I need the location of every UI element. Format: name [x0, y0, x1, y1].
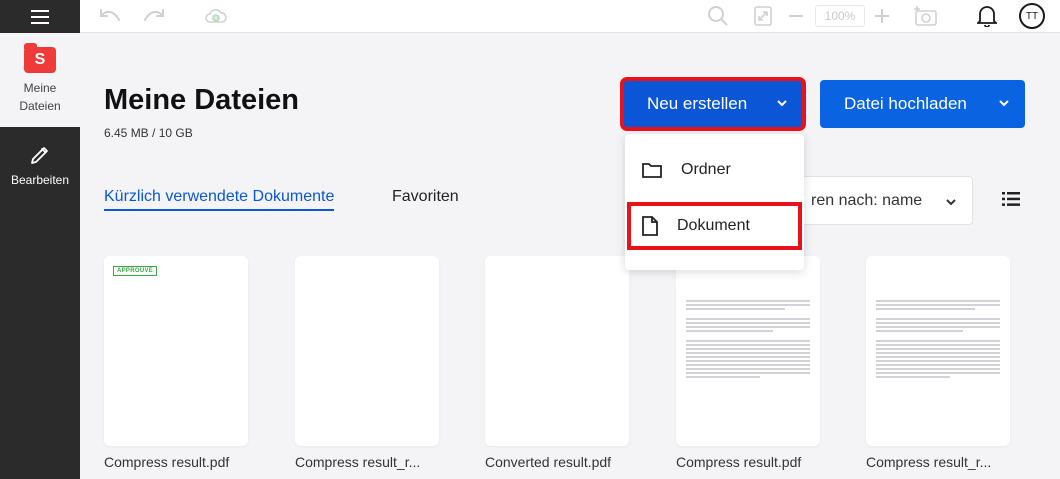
- chevron-down-icon: [777, 100, 787, 107]
- redo-icon: [144, 9, 164, 21]
- files-logo-icon: S: [24, 43, 56, 73]
- status-badge: APPROUVÉ: [113, 266, 158, 276]
- dropdown-item-label: Dokument: [677, 217, 750, 234]
- top-toolbar: 100% TT: [80, 0, 1060, 33]
- new-create-label: Neu erstellen: [647, 94, 748, 113]
- fit-page-icon: [754, 6, 772, 26]
- upload-file-label: Datei hochladen: [844, 94, 967, 113]
- document-name[interactable]: Compress result_r...: [295, 454, 445, 470]
- upload-file-button[interactable]: Datei hochladen: [820, 80, 1025, 128]
- page-preview-text: [876, 300, 1000, 380]
- cloud-save-button[interactable]: [204, 5, 228, 27]
- document-thumbnail[interactable]: [485, 256, 629, 446]
- logo-letter: S: [34, 51, 46, 68]
- sidebar-item-label: Bearbeiten: [10, 173, 70, 187]
- minus-icon: [789, 15, 803, 17]
- add-image-button[interactable]: [912, 5, 938, 27]
- new-create-button[interactable]: Neu erstellen: [620, 77, 806, 131]
- zoom-level[interactable]: 100%: [815, 5, 865, 27]
- dropdown-item-label: Ordner: [681, 161, 731, 178]
- undo-button[interactable]: [98, 5, 122, 27]
- document-name[interactable]: Compress result.pdf: [676, 454, 826, 470]
- page-preview-text: [686, 300, 810, 380]
- sidebar: S Meine Dateien Bearbeiten: [0, 0, 80, 479]
- document-name[interactable]: Compress result.pdf: [104, 454, 254, 470]
- document-thumbnail[interactable]: APPROUVÉ: [104, 256, 248, 446]
- avatar[interactable]: TT: [1019, 3, 1045, 29]
- zoom-out-button[interactable]: [788, 5, 804, 27]
- sort-select[interactable]: ren nach: name: [795, 176, 973, 225]
- dropdown-item-document[interactable]: Dokument: [625, 200, 804, 252]
- pencil-icon: [31, 147, 48, 164]
- chevron-down-icon: [946, 199, 956, 206]
- hamburger-icon: [31, 8, 49, 26]
- search-icon: [708, 6, 728, 26]
- bell-icon: [977, 6, 997, 27]
- redo-button[interactable]: [142, 5, 166, 27]
- tab-recent-documents[interactable]: Kürzlich verwendete Dokumente: [104, 188, 335, 211]
- document-name[interactable]: Compress result_r...: [866, 454, 1016, 470]
- notifications-button[interactable]: [976, 5, 998, 27]
- fit-page-button[interactable]: [752, 5, 774, 27]
- document-icon: [642, 216, 658, 236]
- document-name[interactable]: Converted result.pdf: [485, 454, 635, 470]
- main-content: Meine Dateien 6.45 MB / 10 GB Neu erstel…: [80, 33, 1060, 479]
- undo-icon: [100, 9, 120, 21]
- list-view-button[interactable]: [1002, 191, 1020, 212]
- list-icon: [1002, 192, 1020, 206]
- zoom-in-button[interactable]: [874, 5, 890, 27]
- sidebar-item-my-files[interactable]: S Meine Dateien: [0, 33, 80, 127]
- page-title: Meine Dateien: [104, 84, 299, 116]
- sort-label: ren nach: name: [811, 191, 923, 209]
- tab-favorites[interactable]: Favoriten: [392, 188, 459, 206]
- dropdown-item-folder[interactable]: Ordner: [625, 144, 804, 196]
- plus-icon: [875, 9, 889, 23]
- menu-button[interactable]: [0, 0, 80, 33]
- camera-plus-icon: [914, 6, 937, 26]
- cloud-sync-icon: [205, 9, 227, 23]
- document-thumbnail[interactable]: [295, 256, 439, 446]
- document-thumbnail[interactable]: [866, 256, 1010, 446]
- new-create-dropdown: Ordner Dokument: [625, 134, 804, 270]
- sidebar-item-label: Meine Dateien: [19, 81, 61, 113]
- app-root: S Meine Dateien Bearbeiten 100% TT Meine…: [0, 0, 1060, 479]
- chevron-down-icon: [999, 100, 1009, 107]
- search-button[interactable]: [706, 5, 730, 27]
- storage-usage: 6.45 MB / 10 GB: [104, 126, 193, 140]
- document-thumbnail[interactable]: [676, 256, 820, 446]
- sidebar-item-edit[interactable]: Bearbeiten: [0, 127, 80, 479]
- folder-icon: [642, 163, 662, 178]
